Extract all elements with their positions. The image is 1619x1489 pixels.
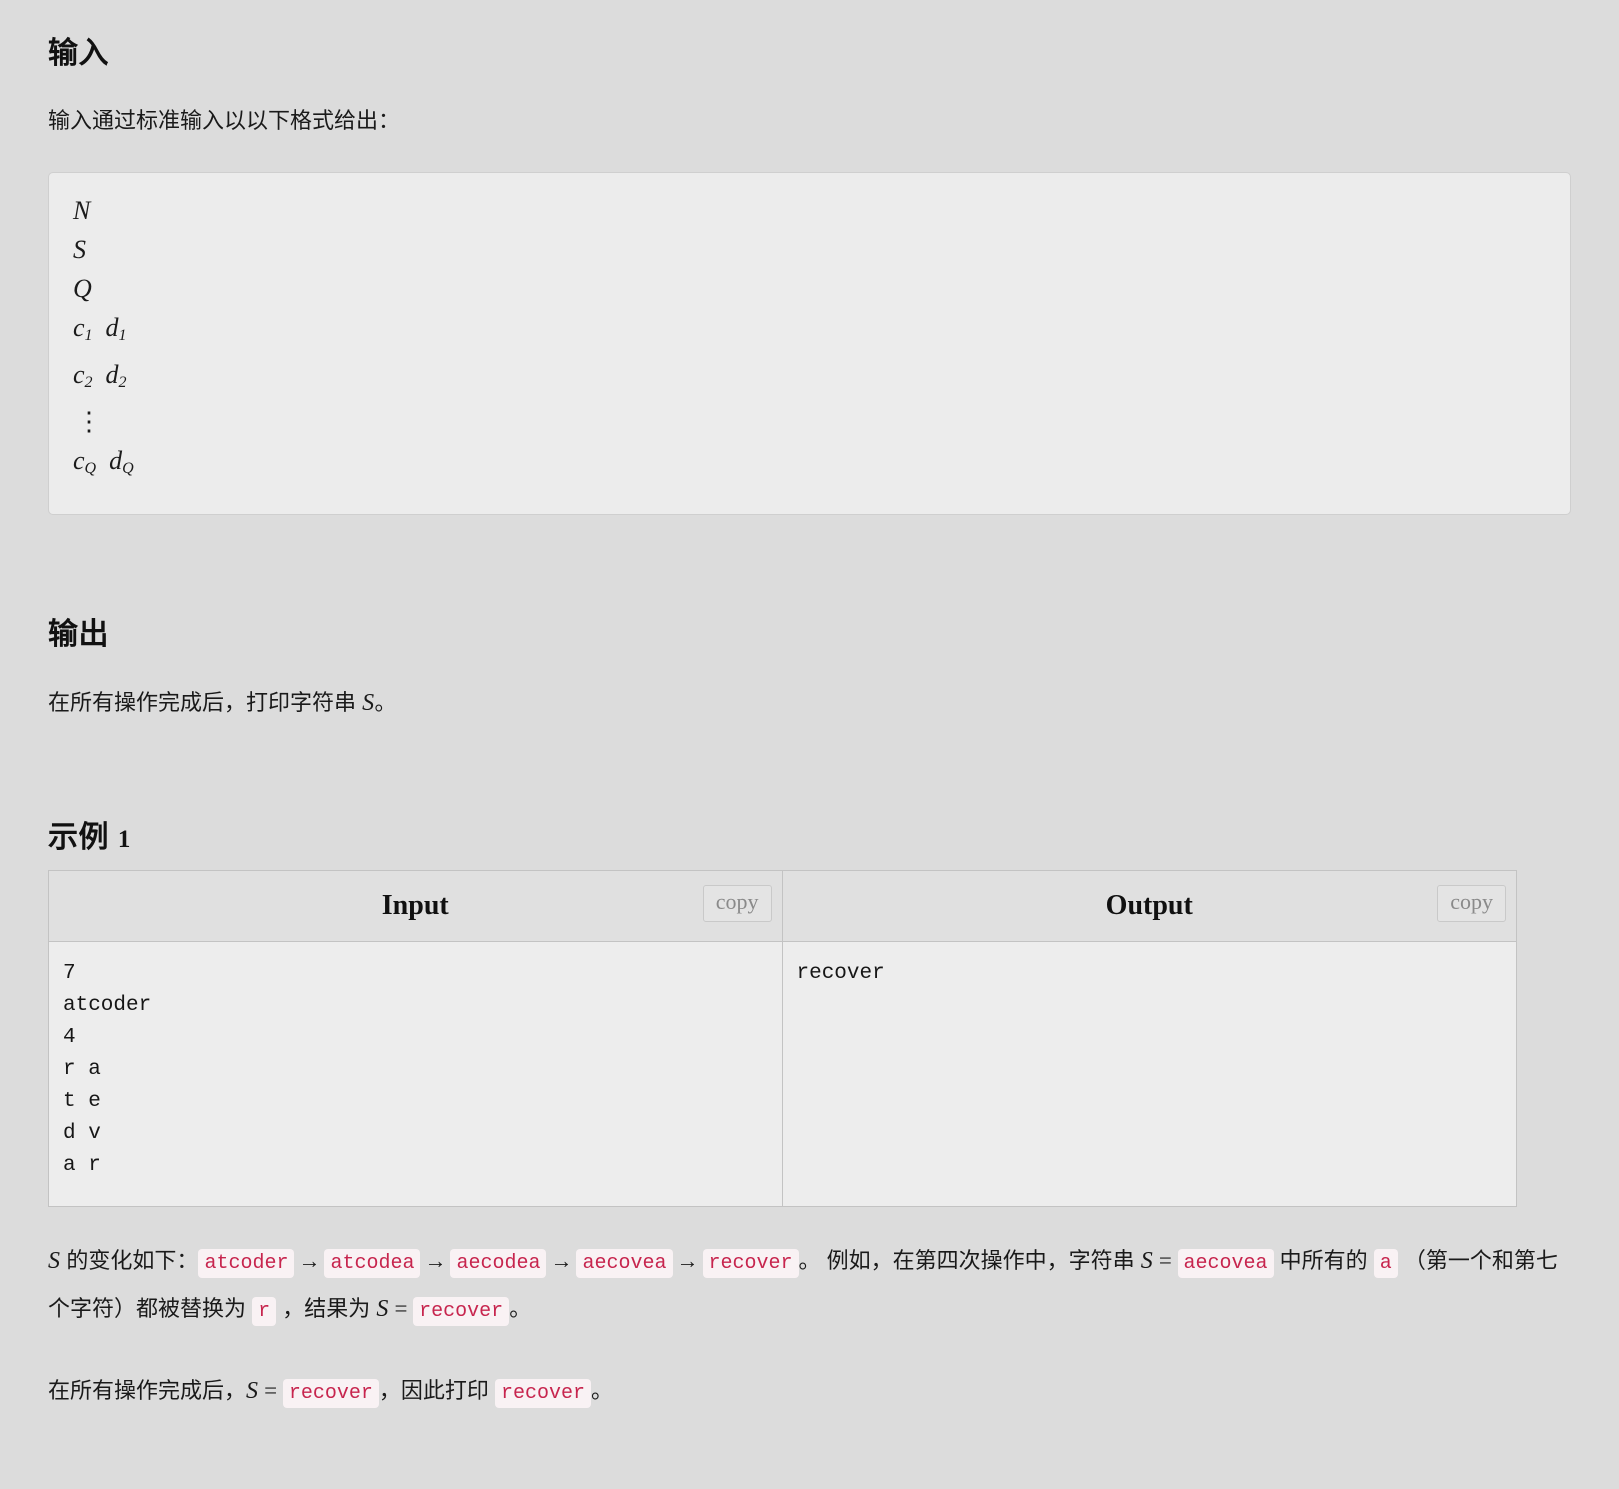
format-dq-sub: Q <box>122 459 134 477</box>
output-description-text: 在所有操作完成后，打印字符串 <box>48 689 363 715</box>
section-spacer-2 <box>48 726 1571 804</box>
sample-heading-text: 示例 <box>48 821 109 855</box>
output-description-variable: S <box>362 689 375 716</box>
explain-step-3: aecodea <box>450 1249 547 1279</box>
explain-var-s-3: S <box>376 1296 389 1323</box>
explain-var-s-1: S <box>48 1248 61 1275</box>
copy-output-button[interactable]: copy <box>1437 885 1506 922</box>
explain-var-s-2: S <box>1140 1248 1154 1275</box>
sample-heading-number: 1 <box>117 826 131 854</box>
copy-input-button[interactable]: copy <box>702 885 772 922</box>
explanation-paragraph-1: S 的变化如下： atcoder → atcodea → aecodea → aecovea →… <box>48 1237 1571 1333</box>
format-line-cd-1: c1 d1 <box>73 308 1546 355</box>
explain-arrow-3: → <box>550 1248 573 1274</box>
sample-input-body: 7 atcoder 4 r a t e d v a r <box>49 942 782 1207</box>
sample-io-table: Input copy 7 atcoder 4 r a t e d v a r O… <box>48 870 1517 1208</box>
input-description: 输入通过标准输入以以下格式给出： <box>48 108 401 133</box>
explain-char-a: a <box>1373 1249 1398 1279</box>
output-section-heading: 输出 <box>48 617 109 651</box>
explain-mid-text-1: 。 例如，在第四次操作中，字符串 <box>798 1248 1141 1274</box>
input-section-heading: 输入 <box>48 37 109 70</box>
explain-step-2: atcodea <box>324 1249 421 1279</box>
sample-input-title: Input <box>381 890 449 922</box>
explain2-prefix: 在所有操作完成后， <box>48 1378 247 1404</box>
explain2-mid: ，因此打印 <box>378 1378 495 1404</box>
format-dq: d <box>109 445 123 475</box>
format-c2: c <box>73 359 85 389</box>
explain-end-1: 。 <box>509 1296 532 1322</box>
format-c1: c <box>73 312 85 342</box>
explain-arrow-4: → <box>676 1248 699 1274</box>
explain2-equals: = <box>258 1378 283 1404</box>
output-description: 在所有操作完成后，打印字符串 S。 <box>48 681 1571 727</box>
format-d2: d <box>105 359 119 389</box>
format-c1-sub: 1 <box>84 326 93 344</box>
sample-output-text: recover <box>796 962 885 986</box>
sample-input-column: Input copy 7 atcoder 4 r a t e d v a r <box>49 871 783 1207</box>
format-line-s: S <box>73 234 86 264</box>
explain2-end: 。 <box>590 1378 613 1404</box>
explain2-value-recover: recover <box>282 1379 379 1409</box>
sample-output-column: Output copy recover <box>782 871 1516 1207</box>
explain-prefix-text: 的变化如下： <box>60 1248 199 1274</box>
explanation-paragraph-2: 在所有操作完成后，S = recover ，因此打印 recover。 <box>48 1367 1571 1415</box>
format-line-cd-2: c2 d2 <box>73 355 1546 402</box>
explain-mid-text-4: ，结果为 <box>276 1296 377 1322</box>
explain-result-recover: recover <box>413 1297 510 1327</box>
format-c2-sub: 2 <box>84 373 93 391</box>
sample-output-body: recover <box>782 942 1516 1207</box>
problem-statement-page: 输入 输入通过标准输入以以下格式给出： N S Q c1 d1 c2 d2 ⋮ … <box>0 0 1619 1415</box>
explain-mid-text-2: 中所有的 <box>1273 1248 1374 1274</box>
explain2-var-s: S <box>246 1378 259 1405</box>
format-vertical-ellipsis: ⋮ <box>76 406 102 436</box>
format-d1-sub: 1 <box>118 326 127 344</box>
explain-equals-1: = <box>1153 1248 1178 1274</box>
explain-arrow-2: → <box>424 1248 447 1274</box>
format-cq-sub: Q <box>84 459 97 477</box>
format-line-cd-q: cQ dQ <box>73 441 1546 488</box>
explain-arrow-1: → <box>298 1248 321 1274</box>
explain-step-4: aecovea <box>576 1249 673 1279</box>
output-description-suffix: 。 <box>374 689 397 715</box>
format-cq: c <box>73 445 85 475</box>
format-line-n: N <box>73 195 91 225</box>
explain-char-r: r <box>252 1297 277 1327</box>
explain-step-1: atcoder <box>198 1249 295 1279</box>
explain-step-5: recover <box>702 1249 799 1279</box>
explain-equals-2: = <box>388 1296 414 1322</box>
section-spacer-1 <box>48 515 1571 601</box>
format-line-q: Q <box>73 273 92 303</box>
format-d2-sub: 2 <box>118 373 127 391</box>
explain2-value-recover-2: recover <box>494 1379 591 1409</box>
explain-string-aecovea: aecovea <box>1177 1249 1274 1279</box>
sample-output-title: Output <box>1105 890 1193 922</box>
sample-input-text: 7 atcoder 4 r a t e d v a r <box>63 962 152 1178</box>
input-format-block: N S Q c1 d1 c2 d2 ⋮ cQ dQ <box>48 171 1571 515</box>
sample-section-heading: 示例 1 <box>48 820 1571 856</box>
sample-input-header: Input copy <box>49 871 782 943</box>
sample-output-header: Output copy <box>782 871 1516 943</box>
format-d1: d <box>105 312 119 342</box>
